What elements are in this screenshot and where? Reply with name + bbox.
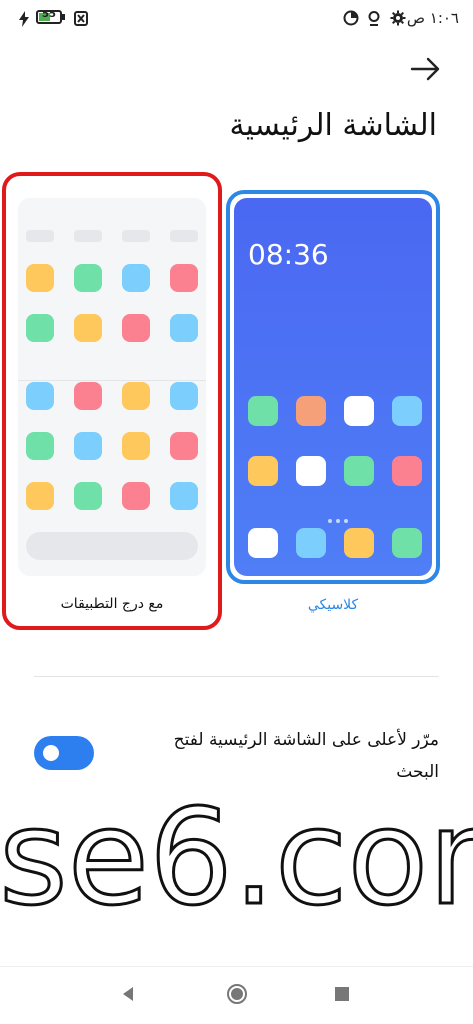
app-icon-placeholder [122, 314, 150, 342]
swipe-search-toggle[interactable] [34, 736, 94, 770]
app-icon-placeholder [122, 432, 150, 460]
watermark: bse6.com [0, 780, 473, 929]
app-icon-placeholder [122, 264, 150, 292]
app-drawer-preview [18, 198, 206, 576]
location-icon [368, 11, 380, 26]
option-classic[interactable]: 08:36 [226, 190, 440, 584]
charging-bolt-icon [19, 11, 29, 27]
classic-label[interactable]: كلاسيكي [226, 597, 440, 613]
drawer-search-bar [26, 532, 198, 560]
drawer-tab [170, 230, 198, 242]
app-icon-placeholder [26, 382, 54, 410]
data-saver-icon [343, 10, 359, 26]
app-icon-placeholder [248, 528, 278, 558]
app-icon-placeholder [74, 482, 102, 510]
battery-level-text: 55 [42, 9, 56, 20]
app-icon-placeholder [392, 528, 422, 558]
watermark-text: bse6.com [0, 781, 473, 928]
app-icon-placeholder [26, 264, 54, 292]
app-icon-placeholder [392, 396, 422, 426]
navbar-divider [0, 966, 473, 967]
drawer-divider [18, 380, 206, 381]
toggle-knob [43, 745, 59, 761]
home-icon[interactable] [226, 983, 248, 1005]
sim-off-icon [74, 11, 88, 26]
app-icon-placeholder [170, 432, 198, 460]
app-drawer-label: مع درج التطبيقات [60, 596, 164, 612]
app-icon-placeholder [296, 456, 326, 486]
app-icon-placeholder [296, 396, 326, 426]
app-icon-placeholder [344, 528, 374, 558]
app-icon-placeholder [170, 314, 198, 342]
drawer-tab [26, 230, 54, 242]
app-icon-placeholder [344, 456, 374, 486]
app-icon-placeholder [248, 456, 278, 486]
settings-gear-icon [390, 10, 406, 26]
drawer-tab [74, 230, 102, 242]
app-icon-placeholder [74, 382, 102, 410]
status-time: ١:٠٦ ص [406, 9, 459, 27]
app-icon-placeholder [26, 432, 54, 460]
status-bar: 55 ١:٠٦ ص [0, 0, 473, 40]
classic-preview: 08:36 [234, 198, 432, 576]
option-app-drawer[interactable]: مع درج التطبيقات [2, 172, 222, 630]
app-icon-placeholder [74, 264, 102, 292]
app-icon-placeholder [122, 382, 150, 410]
app-icon-placeholder [296, 528, 326, 558]
battery-tip [62, 14, 65, 20]
page-title: الشاشة الرئيسية [229, 108, 437, 143]
back-icon[interactable] [118, 983, 138, 1005]
app-icon-placeholder [392, 456, 422, 486]
forward-arrow-icon[interactable] [408, 52, 444, 86]
app-icon-placeholder [122, 482, 150, 510]
drawer-tab [122, 230, 150, 242]
classic-clock: 08:36 [248, 238, 329, 271]
app-icon-placeholder [170, 264, 198, 292]
page-indicator [326, 508, 350, 527]
divider [34, 676, 439, 677]
app-icon-placeholder [248, 396, 278, 426]
recents-icon[interactable] [335, 987, 349, 1001]
app-icon-placeholder [26, 314, 54, 342]
app-icon-placeholder [170, 482, 198, 510]
app-icon-placeholder [344, 396, 374, 426]
app-icon-placeholder [74, 432, 102, 460]
app-icon-placeholder [74, 314, 102, 342]
app-icon-placeholder [26, 482, 54, 510]
battery-icon: 55 [36, 9, 62, 24]
app-icon-placeholder [170, 382, 198, 410]
